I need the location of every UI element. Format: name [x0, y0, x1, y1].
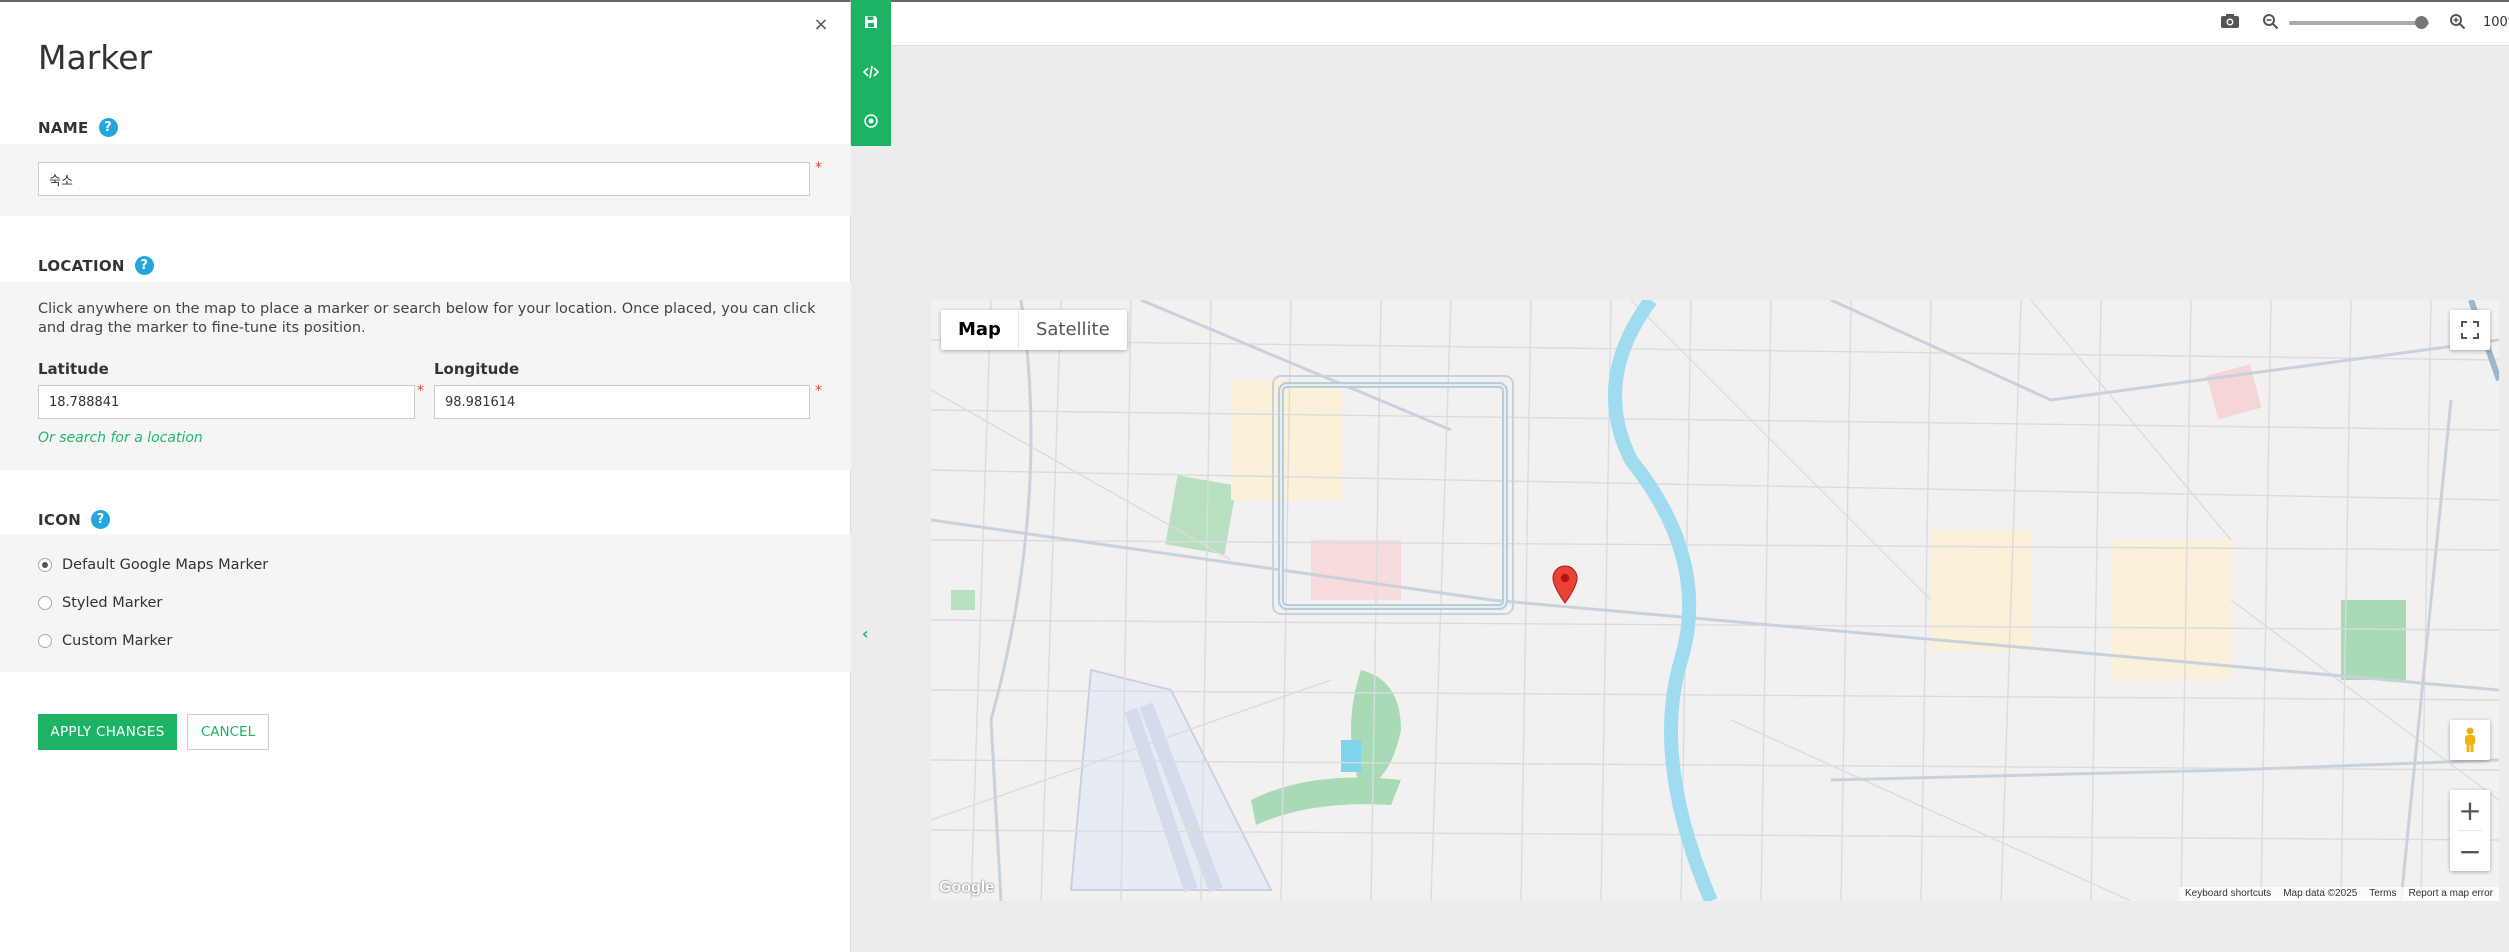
location-label: LOCATION: [38, 256, 125, 275]
map-zoom-control: + −: [2450, 790, 2490, 871]
street-view-pegman-icon[interactable]: [2450, 720, 2490, 760]
required-mark: *: [815, 160, 822, 176]
screenshot-icon[interactable]: [2220, 13, 2240, 33]
marker-settings-panel: × Marker NAME ? * LOCATION ? Click anywh…: [0, 0, 869, 952]
help-icon[interactable]: ?: [91, 510, 111, 529]
icon-section-label: ICON ?: [38, 510, 111, 529]
map-zoom-out-button[interactable]: −: [2450, 831, 2490, 871]
report-map-error-link[interactable]: Report a map error: [2403, 887, 2499, 901]
map-marker-pin-icon[interactable]: [1552, 565, 1578, 609]
keyboard-shortcuts-link[interactable]: Keyboard shortcuts: [2179, 887, 2277, 901]
page-title: Marker: [38, 38, 153, 77]
longitude-input[interactable]: [434, 385, 810, 419]
zoom-percent: 100%: [2483, 15, 2509, 30]
collapse-panel-arrow[interactable]: ‹: [862, 624, 869, 643]
sidebar-toolbar: [851, 0, 891, 146]
terms-link[interactable]: Terms: [2363, 887, 2402, 901]
close-button[interactable]: ×: [812, 16, 830, 34]
icon-label: ICON: [38, 510, 82, 529]
latitude-label: Latitude: [38, 360, 109, 378]
radio-custom-marker[interactable]: Custom Marker: [38, 633, 172, 649]
fullscreen-icon[interactable]: [2450, 310, 2490, 350]
radio-button[interactable]: [38, 634, 52, 648]
required-mark: *: [815, 383, 822, 399]
save-icon[interactable]: [851, 2, 891, 42]
name-label: NAME: [38, 118, 89, 137]
radio-default-marker[interactable]: Default Google Maps Marker: [38, 557, 268, 573]
zoom-out-icon[interactable]: [2262, 13, 2279, 34]
search-location-link[interactable]: Or search for a location: [38, 430, 203, 446]
map-attribution: Keyboard shortcuts Map data ©2025 Terms …: [2179, 887, 2499, 901]
zoom-in-icon[interactable]: [2449, 13, 2466, 34]
help-icon[interactable]: ?: [134, 256, 154, 275]
latitude-input[interactable]: [38, 385, 415, 419]
apply-changes-button[interactable]: APPLY CHANGES: [38, 714, 177, 750]
name-input[interactable]: [38, 162, 810, 196]
help-icon[interactable]: ?: [98, 118, 118, 137]
radio-button[interactable]: [38, 596, 52, 610]
longitude-label: Longitude: [434, 360, 520, 378]
map-data-text: Map data ©2025: [2283, 888, 2358, 899]
map-type-map-button[interactable]: Map: [941, 310, 1018, 350]
radio-label: Default Google Maps Marker: [62, 557, 269, 573]
radio-styled-marker[interactable]: Styled Marker: [38, 595, 162, 611]
map-tiles: [931, 300, 2499, 901]
map-type-control: Map Satellite: [941, 310, 1127, 350]
cancel-button[interactable]: CANCEL: [187, 714, 269, 750]
top-toolbar: 100%: [891, 0, 2509, 46]
radio-label: Custom Marker: [62, 633, 173, 649]
map-type-satellite-button[interactable]: Satellite: [1017, 310, 1127, 350]
radio-label: Styled Marker: [62, 595, 163, 611]
zoom-slider-handle[interactable]: [2414, 16, 2428, 29]
location-section-label: LOCATION ?: [38, 256, 154, 275]
zoom-slider[interactable]: [2289, 21, 2429, 25]
map-zoom-in-button[interactable]: +: [2450, 790, 2490, 830]
location-description: Click anywhere on the map to place a mar…: [38, 301, 816, 336]
settings-circle-icon[interactable]: [851, 101, 891, 141]
required-mark: *: [417, 383, 424, 399]
google-map[interactable]: Map Satellite + − Google Keyboard shortc…: [931, 300, 2499, 901]
google-logo: Google: [939, 879, 995, 896]
radio-button[interactable]: [38, 558, 52, 572]
name-section-label: NAME ?: [38, 118, 118, 137]
code-icon[interactable]: [851, 52, 891, 92]
